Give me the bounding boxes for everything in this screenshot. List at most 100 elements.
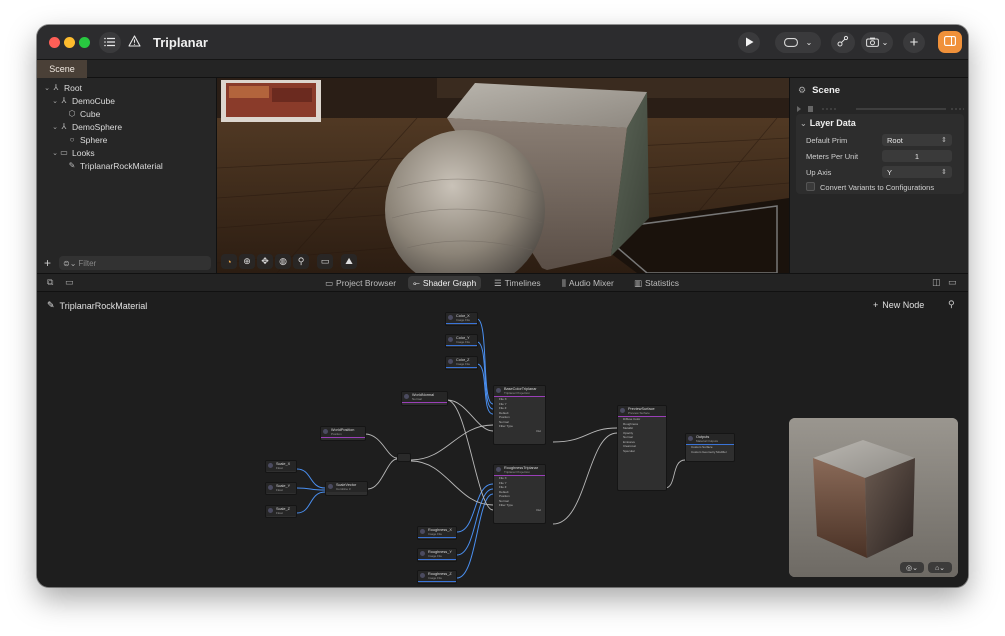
node-scale-x[interactable]: Scale_X Float <box>265 460 297 473</box>
node-multiply[interactable]: × <box>397 453 411 462</box>
tree-item-label: Looks <box>72 147 95 158</box>
tree-item-demosphere[interactable]: ⌄ ⅄ DemoSphere <box>51 120 122 133</box>
port-out[interactable]: Out <box>494 508 545 513</box>
node-subtitle: Image File <box>428 553 443 558</box>
panel-right-icon[interactable]: ◫ <box>932 277 941 288</box>
warnings-button[interactable] <box>125 32 143 53</box>
port-out[interactable]: Out <box>494 429 545 434</box>
tree-item-label: Cube <box>80 108 101 119</box>
filter-field[interactable]: ⊜⌄ Filter <box>59 256 211 270</box>
tree-item-looks[interactable]: ⌄ ▭ Looks <box>51 146 95 159</box>
node-roughness-z[interactable]: Roughness_Z Image File <box>417 570 457 584</box>
environment-button[interactable]: ⛰ <box>341 254 357 269</box>
node-world-normal[interactable]: WorldNormal Normal <box>401 391 448 406</box>
sphere-shape-icon: ◎⌄ <box>906 564 918 572</box>
tab-label: Audio Mixer <box>568 278 614 288</box>
add-entity-button[interactable]: + <box>44 256 51 270</box>
sidebar-toggle-button[interactable] <box>99 32 121 53</box>
xform-icon: ⅄ <box>61 96 67 105</box>
tree-item-label: Root <box>64 82 82 93</box>
move-tool-button[interactable]: ✥ <box>257 254 273 269</box>
layer-data-header[interactable]: ⌄ Layer Data <box>800 118 856 128</box>
add-button[interactable]: + <box>903 32 925 53</box>
node-base-color-triplanar[interactable]: BaseColorTriplanar Triplanar Projection F… <box>493 385 546 445</box>
select-tool-button[interactable]: ⊕ <box>239 254 255 269</box>
tree-item-cube[interactable]: ⬡ Cube <box>67 107 101 120</box>
tab-label: Statistics <box>645 278 680 288</box>
tab-project-browser[interactable]: ▭ Project Browser <box>320 276 401 290</box>
warning-icon <box>127 35 141 50</box>
image-icon <box>420 529 425 534</box>
convert-variants-checkbox[interactable] <box>806 182 815 191</box>
material-preview[interactable]: ◎⌄ ⌂⌄ <box>789 418 958 577</box>
filter-placeholder: Filter <box>78 258 97 268</box>
default-prim-popup[interactable]: Root ⇕ <box>882 134 952 146</box>
up-axis-popup[interactable]: Y ⇕ <box>882 166 952 178</box>
3d-viewport[interactable]: ◔ ⊕ ✥ ◍ ⚲ ▭ ⛰ <box>217 78 789 273</box>
node-roughness-x[interactable]: Roughness_X Image File <box>417 526 457 540</box>
chevron-down-icon[interactable]: ⌄ <box>51 97 59 105</box>
node-scale-y[interactable]: Scale_Y Float <box>265 482 297 495</box>
port-specular[interactable]: Specular <box>618 449 666 454</box>
panel-bottom-icon[interactable]: ▭ <box>948 277 957 288</box>
tree-item-sphere[interactable]: ○ Sphere <box>67 133 108 146</box>
node-outputs[interactable]: Outputs Material Outputs Custom Surface C… <box>685 433 735 462</box>
node-roughness-y[interactable]: Roughness_Y Image File <box>417 548 457 562</box>
meters-per-unit-field[interactable]: 1 <box>882 150 952 162</box>
chevron-down-icon[interactable]: ⌄ <box>51 123 59 131</box>
camera-button[interactable]: ⌄ <box>861 32 893 53</box>
shader-graph-canvas[interactable]: ✎ TriplanarRockMaterial + New Node ⚲ Col… <box>37 292 968 587</box>
preview-shape-button[interactable]: ◎⌄ <box>900 562 924 573</box>
close-window-button[interactable] <box>49 37 60 48</box>
folder-icon: ▭ <box>60 148 68 157</box>
node-scale-vector[interactable]: ScaleVector Combine 3 <box>325 481 368 496</box>
minimize-window-button[interactable] <box>64 37 75 48</box>
title-bar: Triplanar ⌄ ⌄ + <box>37 25 968 60</box>
headset-icon <box>783 36 798 50</box>
node-scale-z[interactable]: Scale_Z Float <box>265 505 297 518</box>
output-icon <box>688 436 693 441</box>
node-color-z[interactable]: Color_Z Image File <box>445 356 478 370</box>
chevron-down-icon: ⌄ <box>805 38 813 47</box>
tab-shader-graph[interactable]: ⟜ Shader Graph <box>408 276 482 290</box>
share-button[interactable] <box>831 32 855 53</box>
inspector-panel: ⚙ Scene ⌄ Layer Data Default Prim Root ⇕ … <box>789 78 968 273</box>
panel-left-icon[interactable]: ▭ <box>65 277 74 288</box>
tab-audio-mixer[interactable]: ⫼ Audio Mixer <box>557 276 619 290</box>
device-destination-button[interactable]: ⌄ <box>775 32 821 53</box>
float-icon <box>268 463 273 468</box>
tab-scene[interactable]: Scene <box>37 60 87 78</box>
tree-item-triplanarrockmaterial[interactable]: ✎ TriplanarRockMaterial <box>67 159 163 172</box>
viewport-gizmo-button[interactable]: ◔ <box>221 254 237 269</box>
root-icon: ⅄ <box>53 83 59 92</box>
play-button[interactable] <box>738 32 760 53</box>
node-preview-surface[interactable]: PreviewSurface Preview Surface Diffuse Co… <box>617 405 667 491</box>
meters-per-unit-value: 1 <box>914 151 920 161</box>
chevron-down-icon[interactable]: ⌄ <box>51 149 59 157</box>
scene-icon: ⚙ <box>798 85 807 95</box>
port-custom-geometry-modifier[interactable]: Custom Geometry Modifier <box>686 450 734 455</box>
node-color-y[interactable]: Color_Y Image File <box>445 334 478 348</box>
scene-hierarchy: ⌄ ⅄ Root ⌄ ⅄ DemoCube ⬡ Cube ⌄ ⅄ DemoSph… <box>37 78 217 273</box>
playback-timeline[interactable] <box>796 100 964 112</box>
tab-statistics[interactable]: ▥ Statistics <box>629 276 684 290</box>
mixer-icon: ⫼ <box>562 277 566 288</box>
camera-mode-button[interactable]: ▭ <box>317 254 333 269</box>
meters-per-unit-label: Meters Per Unit <box>806 152 859 161</box>
zoom-tool-button[interactable]: ⚲ <box>293 254 309 269</box>
chevron-down-icon: ⌄ <box>800 119 807 128</box>
node-roughness-triplanar[interactable]: RoughnessTriplanar Triplanar Projection F… <box>493 464 546 524</box>
node-color-x[interactable]: Color_X Image File <box>445 312 478 326</box>
zoom-window-button[interactable] <box>79 37 90 48</box>
tree-item-root[interactable]: ⌄ ⅄ Root <box>43 81 82 94</box>
tree-item-democube[interactable]: ⌄ ⅄ DemoCube <box>51 94 115 107</box>
orbit-tool-button[interactable]: ◍ <box>275 254 291 269</box>
hierarchy-footer: + ⊜⌄ Filter <box>37 253 217 273</box>
default-prim-value: Root <box>887 135 903 145</box>
node-world-position[interactable]: WorldPosition Position <box>320 426 366 441</box>
chevron-down-icon[interactable]: ⌄ <box>43 84 51 92</box>
inspector-toggle-button[interactable] <box>938 31 962 53</box>
preview-environment-button[interactable]: ⌂⌄ <box>928 562 952 573</box>
duplicate-icon[interactable]: ⧉ <box>47 277 53 288</box>
tab-timelines[interactable]: ☰ Timelines <box>489 276 546 290</box>
